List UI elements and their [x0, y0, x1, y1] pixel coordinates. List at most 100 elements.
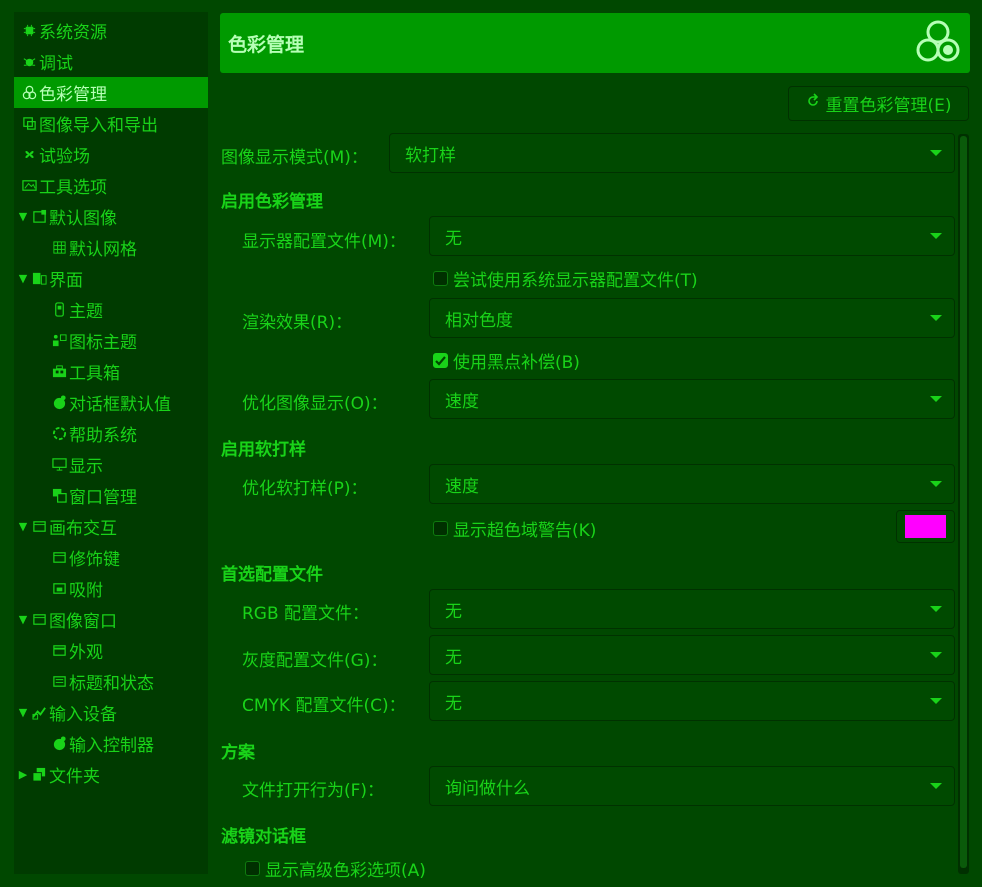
optimize-soft-proof-combo[interactable]: 速度	[429, 464, 955, 504]
show-advanced-color-options-checkbox[interactable]: 显示高级色彩选项(A)	[245, 856, 426, 881]
import-export-icon	[20, 115, 38, 133]
sidebar-item-system-resources[interactable]: 系统资源	[14, 15, 208, 46]
sidebar-item-label: 外观	[69, 643, 103, 663]
image-window-icon	[30, 611, 48, 629]
window-management-icon	[50, 487, 68, 505]
tool-options-icon	[20, 177, 38, 195]
sidebar-item-label: 输入设备	[49, 705, 117, 725]
optimize-soft-proof-label: 优化软打样(P)：	[242, 479, 368, 499]
page-header: 色彩管理	[220, 13, 970, 73]
dropdown-arrow-icon	[930, 396, 942, 402]
monitor-profile-combo[interactable]: 无	[429, 216, 955, 256]
modifier-keys-icon	[50, 549, 68, 567]
combo-value: 速度	[445, 476, 479, 497]
reset-color-management-button[interactable]: 重置色彩管理(E)	[788, 86, 969, 121]
section-title-soft-proof: 启用软打样	[221, 440, 306, 460]
expander-down-icon[interactable]: ▼	[16, 210, 30, 223]
sidebar-item-snap[interactable]: 吸附	[14, 573, 208, 604]
sidebar-item-label: 窗口管理	[69, 488, 137, 508]
rgb-profile-combo[interactable]: 无	[429, 589, 955, 629]
sidebar-item-theme[interactable]: 主题	[14, 294, 208, 325]
expander-down-icon[interactable]: ▼	[16, 272, 30, 285]
combo-value: 询问做什么	[445, 778, 530, 799]
sidebar-item-label: 界面	[49, 271, 83, 291]
checkbox-box[interactable]	[245, 861, 260, 876]
sidebar-item-input-devices[interactable]: ▼ 输入设备	[14, 697, 208, 728]
dropdown-arrow-icon	[930, 150, 942, 156]
sidebar-item-folders[interactable]: ▶ 文件夹	[14, 759, 208, 790]
title-status-icon	[50, 673, 68, 691]
checkbox-label: 显示高级色彩选项(A)	[265, 861, 426, 881]
sidebar-item-interface[interactable]: ▼ 界面	[14, 263, 208, 294]
sidebar-item-default-image[interactable]: ▼ 默认图像	[14, 201, 208, 232]
default-image-icon	[30, 208, 48, 226]
gamut-warning-checkbox[interactable]: 显示超色域警告(K)	[433, 516, 596, 541]
black-point-compensation-checkbox[interactable]: 使用黑点补偿(B)	[433, 348, 580, 373]
sidebar-item-toolbox[interactable]: 工具箱	[14, 356, 208, 387]
sidebar-item-window-management[interactable]: 窗口管理	[14, 480, 208, 511]
sidebar-item-canvas-interaction[interactable]: ▼ 画布交互	[14, 511, 208, 542]
expander-down-icon[interactable]: ▼	[16, 613, 30, 626]
sidebar-item-icon-theme[interactable]: 图标主题	[14, 325, 208, 356]
sidebar-item-label: 修饰键	[69, 550, 120, 570]
dropdown-arrow-icon	[930, 783, 942, 789]
sidebar-item-dialog-defaults[interactable]: 对话框默认值	[14, 387, 208, 418]
reset-icon	[805, 93, 821, 114]
dropdown-arrow-icon	[930, 606, 942, 612]
sidebar-item-label: 默认网格	[69, 240, 137, 260]
combo-value: 无	[445, 601, 462, 622]
dropdown-arrow-icon	[930, 652, 942, 658]
dialog-defaults-icon	[50, 394, 68, 412]
checkbox-box[interactable]	[433, 271, 448, 286]
expander-down-icon[interactable]: ▼	[16, 520, 30, 533]
cmyk-profile-label: CMYK 配置文件(C)：	[242, 696, 406, 716]
preferences-sidebar: 系统资源 调试 色彩管理 图像导入和导出 试验场 工具选项 ▼ 默认图像 默认网…	[14, 12, 208, 874]
rendering-intent-combo[interactable]: 相对色度	[429, 298, 955, 338]
sidebar-item-label: 对话框默认值	[69, 395, 171, 415]
gray-profile-label: 灰度配置文件(G)：	[242, 651, 388, 671]
file-open-behavior-combo[interactable]: 询问做什么	[429, 766, 955, 806]
section-title-filter-dialogs: 滤镜对话框	[221, 827, 306, 847]
flask-icon	[20, 146, 38, 164]
sidebar-item-image-windows[interactable]: ▼ 图像窗口	[14, 604, 208, 635]
sidebar-item-label: 文件夹	[49, 767, 100, 787]
expander-right-icon[interactable]: ▶	[16, 768, 30, 781]
sidebar-item-help-system[interactable]: 帮助系统	[14, 418, 208, 449]
image-display-mode-combo[interactable]: 软打样	[389, 133, 955, 173]
sidebar-item-color-management[interactable]: 色彩管理	[14, 77, 208, 108]
sidebar-item-label: 工具箱	[69, 364, 120, 384]
folder-icon	[30, 766, 48, 784]
expander-down-icon[interactable]: ▼	[16, 706, 30, 719]
try-system-monitor-profile-checkbox[interactable]: 尝试使用系统显示器配置文件(T)	[433, 266, 698, 291]
sidebar-item-display[interactable]: 显示	[14, 449, 208, 480]
sidebar-item-playground[interactable]: 试验场	[14, 139, 208, 170]
scrollbar-thumb[interactable]	[960, 136, 967, 868]
sidebar-item-label: 输入控制器	[69, 736, 154, 756]
sidebar-item-title-status[interactable]: 标题和状态	[14, 666, 208, 697]
chip-icon	[20, 22, 38, 40]
snap-icon	[50, 580, 68, 598]
combo-value: 无	[445, 693, 462, 714]
sidebar-item-appearance[interactable]: 外观	[14, 635, 208, 666]
cmyk-profile-combo[interactable]: 无	[429, 681, 955, 721]
input-controller-icon	[50, 735, 68, 753]
gamut-warning-color-button[interactable]	[896, 510, 955, 543]
checkbox-box[interactable]	[433, 521, 448, 536]
optimize-display-combo[interactable]: 速度	[429, 379, 955, 419]
sidebar-item-modifier-keys[interactable]: 修饰键	[14, 542, 208, 573]
sidebar-item-default-grid[interactable]: 默认网格	[14, 232, 208, 263]
sidebar-item-image-import-export[interactable]: 图像导入和导出	[14, 108, 208, 139]
theme-icon	[50, 301, 68, 319]
combo-value: 无	[445, 647, 462, 668]
interface-icon	[30, 270, 48, 288]
checkbox-label: 尝试使用系统显示器配置文件(T)	[453, 271, 698, 291]
color-circles-icon	[914, 17, 962, 70]
grid-icon	[50, 239, 68, 257]
sidebar-item-debug[interactable]: 调试	[14, 46, 208, 77]
sidebar-item-label: 标题和状态	[69, 674, 154, 694]
sidebar-item-tool-options[interactable]: 工具选项	[14, 170, 208, 201]
appearance-icon	[50, 642, 68, 660]
checkbox-box[interactable]	[433, 353, 448, 368]
sidebar-item-input-controllers[interactable]: 输入控制器	[14, 728, 208, 759]
gray-profile-combo[interactable]: 无	[429, 635, 955, 675]
